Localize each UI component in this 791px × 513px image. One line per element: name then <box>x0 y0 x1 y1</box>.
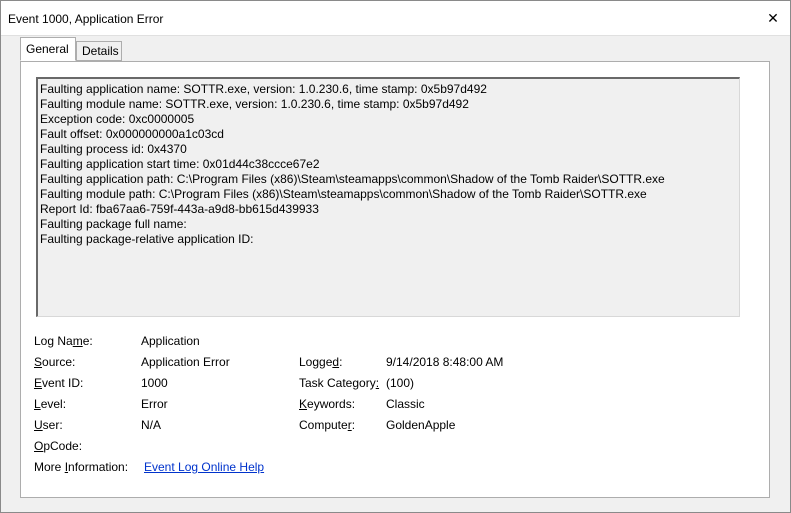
description-line: Faulting application name: SOTTR.exe, ve… <box>40 82 487 96</box>
close-icon[interactable]: ✕ <box>762 8 784 28</box>
description-line: Faulting package-relative application ID… <box>40 232 254 246</box>
user-value: N/A <box>141 418 162 432</box>
description-line: Faulting application path: C:\Program Fi… <box>40 172 665 186</box>
description-line: Exception code: 0xc0000005 <box>40 112 195 126</box>
level-label: Level: <box>34 397 67 411</box>
level-value: Error <box>141 397 168 411</box>
tab-details[interactable]: Details <box>76 41 122 61</box>
log-name-label: Log Name: <box>34 334 93 348</box>
description-line: Fault offset: 0x000000000a1c03cd <box>40 127 224 141</box>
source-label: Source: <box>34 355 76 369</box>
task-category-label: Task Category: <box>299 376 380 390</box>
event-id-label: Event ID: <box>34 376 84 390</box>
source-value: Application Error <box>141 355 230 369</box>
computer-value: GoldenApple <box>386 418 456 432</box>
description-line: Faulting package full name: <box>40 217 187 231</box>
task-category-value: (100) <box>386 376 415 390</box>
more-information-label: More Information: <box>34 460 129 474</box>
description-line: Faulting application start time: 0x01d44… <box>40 157 320 171</box>
tab-general[interactable]: General <box>20 37 76 61</box>
computer-label: Computer: <box>299 418 356 432</box>
keywords-label: Keywords: <box>299 397 356 411</box>
log-name-value: Application <box>141 334 200 348</box>
description-line: Faulting module path: C:\Program Files (… <box>40 187 647 201</box>
title-bar: Event 1000, Application Error ✕ <box>1 1 790 36</box>
event-id-value: 1000 <box>141 376 168 390</box>
logged-label: Logged: <box>299 355 343 369</box>
opcode-label: OpCode: <box>34 439 83 453</box>
logged-value: 9/14/2018 8:48:00 AM <box>386 355 504 369</box>
event-description-box[interactable]: Faulting application name: SOTTR.exe, ve… <box>36 77 740 317</box>
window-title: Event 1000, Application Error <box>8 12 164 26</box>
description-line: Report Id: fba67aa6-759f-443a-a9d8-bb615… <box>40 202 319 216</box>
keywords-value: Classic <box>386 397 425 411</box>
user-label: User: <box>34 418 63 432</box>
general-panel: Faulting application name: SOTTR.exe, ve… <box>20 61 770 498</box>
description-line: Faulting module name: SOTTR.exe, version… <box>40 97 469 111</box>
event-log-online-help-link[interactable]: Event Log Online Help <box>144 460 264 474</box>
description-line: Faulting process id: 0x4370 <box>40 142 187 156</box>
event-properties-window: Event 1000, Application Error ✕ General … <box>0 0 791 513</box>
